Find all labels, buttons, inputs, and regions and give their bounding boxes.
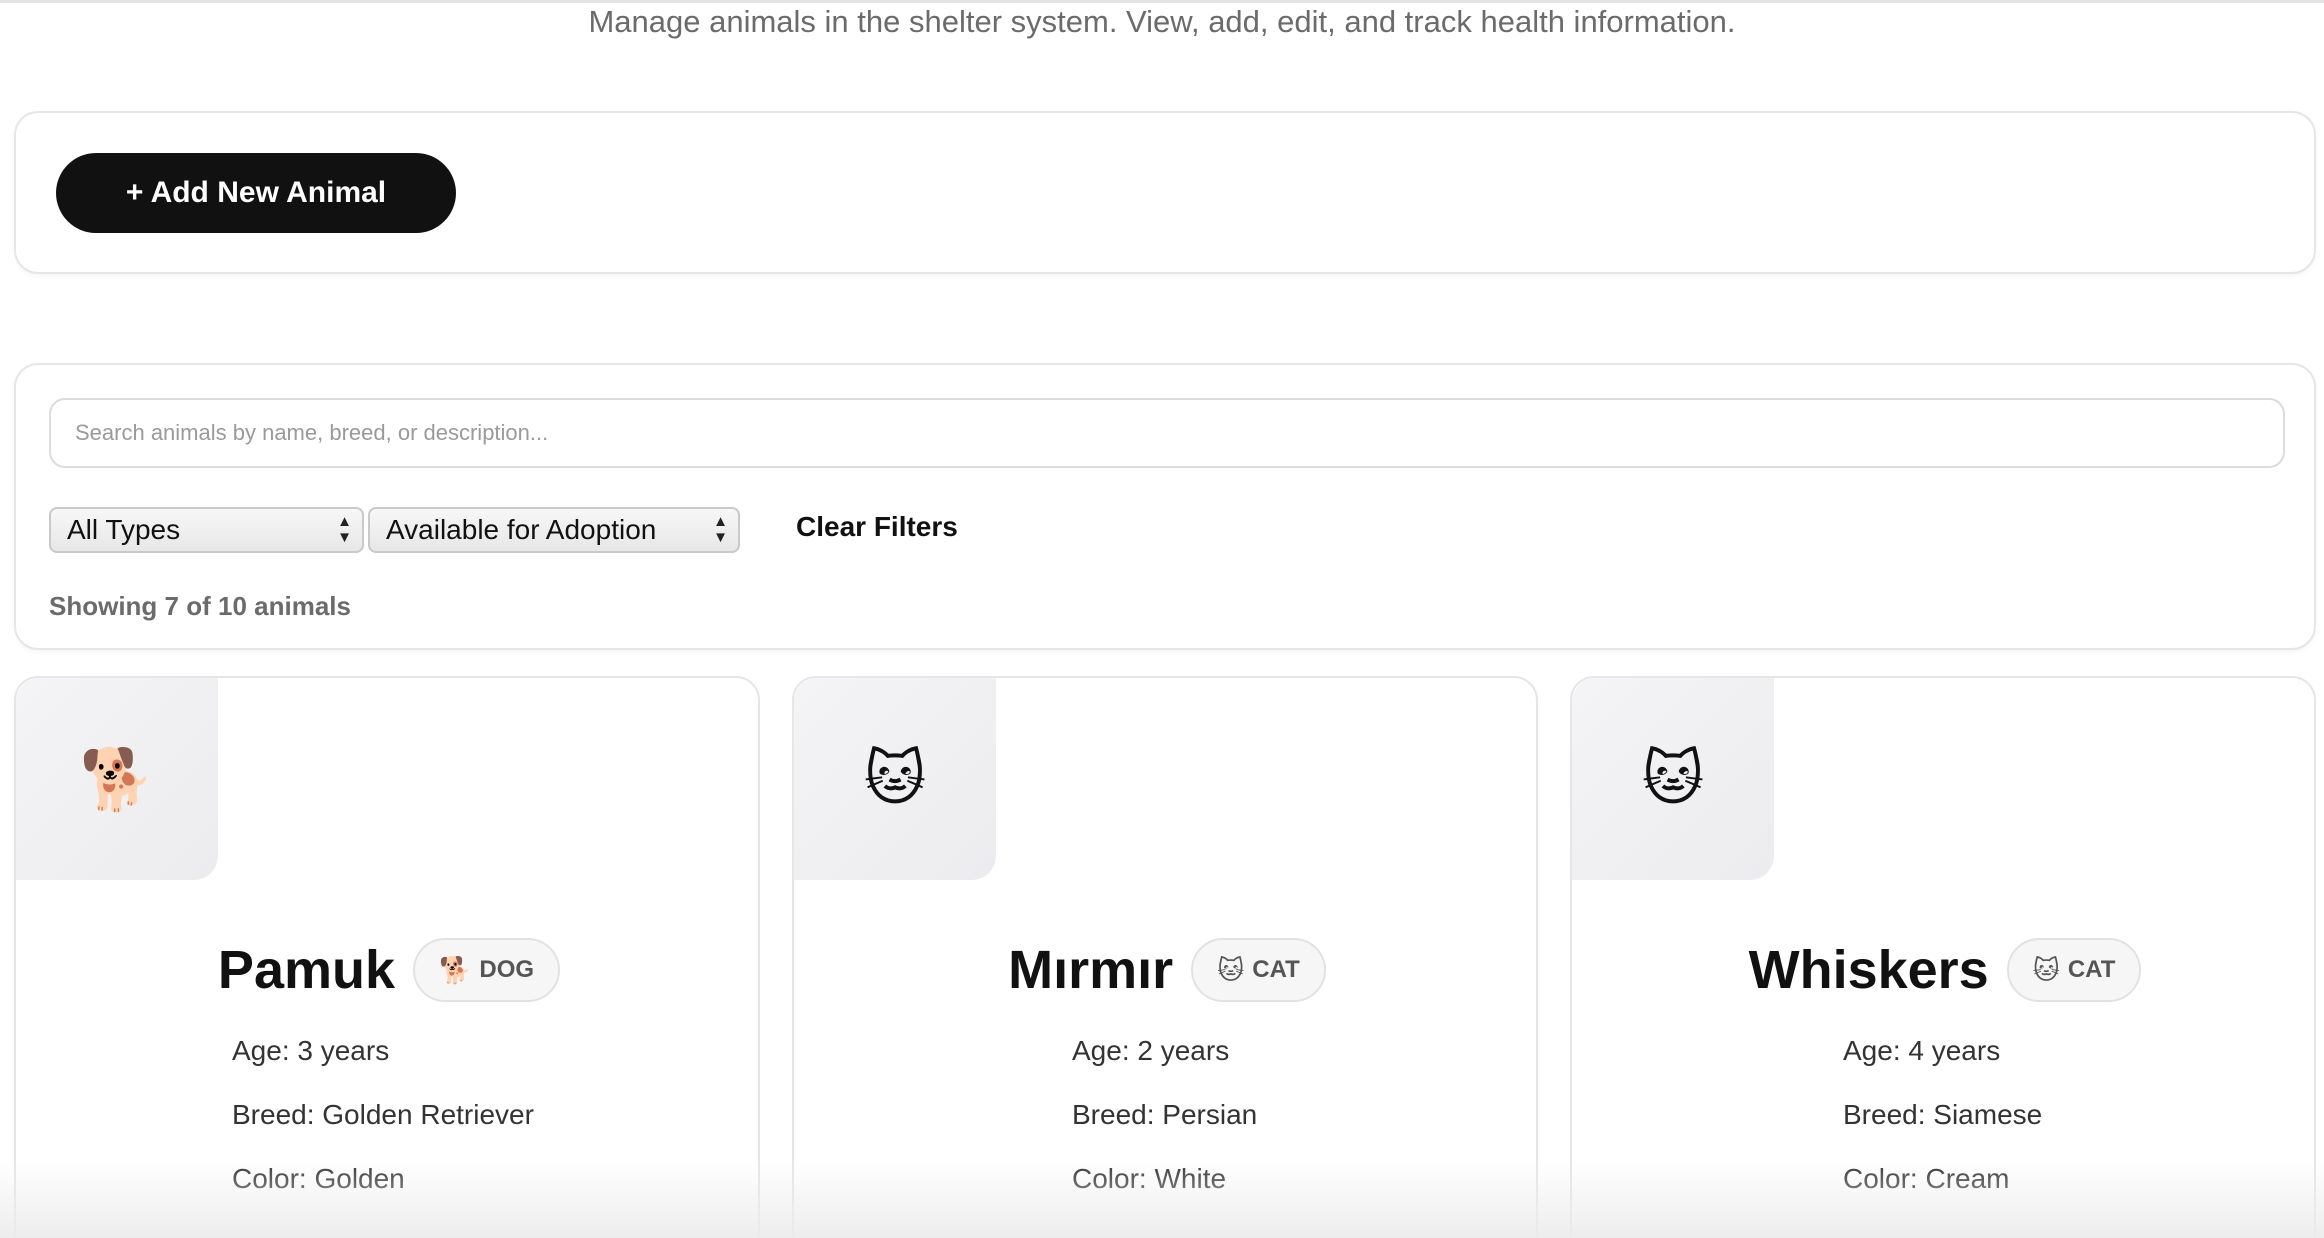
animal-age: Age: 3 years — [232, 1035, 390, 1066]
type-filter-select[interactable]: All Types ▲ ▼ — [49, 507, 364, 553]
type-badge-label: CAT — [2067, 956, 2116, 983]
select-arrows-icon: ▲ ▼ — [337, 513, 352, 546]
card-header: Pamuk 🐕 DOG — [16, 938, 758, 1002]
animal-name: Whiskers — [1748, 940, 1989, 1000]
animal-details: Age: 3 years Breed: Golden Retriever Col… — [232, 1034, 534, 1226]
animal-name: Mırmır — [1008, 940, 1174, 1000]
select-arrows-icon: ▲ ▼ — [713, 513, 728, 546]
animal-age: Age: 2 years — [1072, 1035, 1230, 1066]
filters-panel: All Types ▲▼ Available for Adoption ▲▼ C… — [14, 363, 2316, 650]
type-badge: 🐕 DOG — [413, 938, 561, 1002]
animal-name: Pamuk — [217, 940, 396, 1000]
animal-breed: Breed: Siamese — [1843, 1099, 2043, 1130]
type-badge: 🐱 CAT — [2006, 938, 2142, 1002]
actions-panel: + Add New Animal — [14, 111, 2316, 274]
animal-management-page: Manage animals in the shelter system. Vi… — [0, 0, 2324, 1238]
results-count: Showing 7 of 10 animals — [49, 591, 351, 621]
dog-icon: 🐕 — [439, 954, 472, 985]
animal-card[interactable]: 🐱 Mırmır 🐱 CAT Age: 2 years Breed: Persi… — [792, 676, 1538, 1238]
animal-card[interactable]: 🐱 Whiskers 🐱 CAT Age: 4 years Breed: Sia… — [1570, 676, 2316, 1238]
animal-details: Age: 2 years Breed: Persian Color: White — [1072, 1034, 1257, 1226]
card-header: Whiskers 🐱 CAT — [1572, 938, 2314, 1002]
card-header: Mırmır 🐱 CAT — [794, 938, 1536, 1002]
animal-details: Age: 4 years Breed: Siamese Color: Cream — [1843, 1034, 2042, 1226]
animal-card[interactable]: 🐕 Pamuk 🐕 DOG Age: 3 years Breed: Golden… — [14, 676, 760, 1238]
page-subtitle: Manage animals in the shelter system. Vi… — [588, 4, 1736, 39]
animal-color: Color: Cream — [1843, 1163, 2010, 1194]
top-divider — [0, 0, 2324, 3]
animal-color: Color: Golden — [232, 1163, 405, 1194]
animal-breed: Breed: Golden Retriever — [232, 1099, 534, 1130]
status-filter-value: Available for Adoption — [386, 514, 657, 545]
cat-icon: 🐱 — [2032, 954, 2060, 985]
cat-icon: 🐱 — [1217, 954, 1245, 985]
type-badge: 🐱 CAT — [1191, 938, 1326, 1002]
add-new-animal-button[interactable]: + Add New Animal — [56, 153, 456, 233]
animal-color: Color: White — [1072, 1163, 1227, 1194]
animal-breed: Breed: Persian — [1072, 1099, 1258, 1130]
cat-icon: 🐱 — [794, 678, 996, 880]
status-filter-select[interactable]: Available for Adoption ▲ ▼ — [368, 507, 740, 553]
type-filter-value: All Types — [67, 514, 181, 545]
animal-age: Age: 4 years — [1843, 1035, 2001, 1066]
search-input[interactable] — [49, 398, 2285, 468]
type-badge-label: DOG — [479, 956, 535, 983]
dog-icon: 🐕 — [16, 678, 218, 880]
type-badge-label: CAT — [1252, 956, 1300, 983]
cat-icon: 🐱 — [1572, 678, 1774, 880]
clear-filters-button[interactable]: Clear Filters — [796, 511, 958, 543]
